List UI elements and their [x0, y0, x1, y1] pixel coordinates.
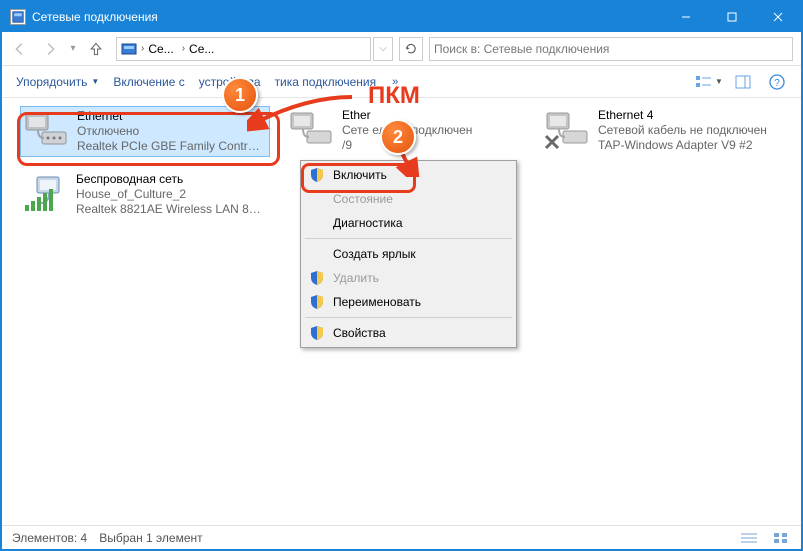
wireless-adapter-icon	[22, 172, 70, 214]
menu-separator	[305, 317, 512, 318]
annotation-callout-1: 1	[222, 77, 258, 113]
nav-bar: ▾ ›Се... ›Се... ⌵ Поиск в: Сетевые подкл…	[2, 32, 801, 66]
disconnected-x-icon	[544, 134, 560, 150]
context-menu: Включить Состояние Диагностика Создать я…	[300, 160, 517, 348]
address-dropdown[interactable]: ⌵	[373, 37, 393, 61]
cm-properties[interactable]: Свойства	[303, 321, 514, 345]
cm-diagnose[interactable]: Диагностика	[303, 211, 514, 235]
forward-button[interactable]	[36, 37, 64, 61]
connection-ethernet-4[interactable]: Ethernet 4 Сетевой кабель не подключен T…	[542, 106, 792, 155]
shield-icon	[309, 270, 325, 286]
connection-ethernet[interactable]: Ethernet Отключено Realtek PCIe GBE Fami…	[20, 106, 270, 157]
network-adapter-icon	[23, 109, 71, 151]
connection-wireless[interactable]: Беспроводная сеть House_of_Culture_2 Rea…	[20, 170, 270, 219]
large-icons-view-button[interactable]	[771, 530, 791, 546]
refresh-button[interactable]	[399, 37, 423, 61]
search-input[interactable]: Поиск в: Сетевые подключения	[429, 37, 793, 61]
window-icon	[10, 9, 26, 25]
connection-name: Беспроводная сеть	[76, 172, 261, 187]
organize-button[interactable]: Упорядочить▼	[12, 66, 103, 97]
cm-delete: Удалить	[303, 266, 514, 290]
close-button[interactable]	[755, 2, 801, 32]
connection-status: House_of_Culture_2	[76, 187, 261, 202]
connection-status: Сетевой кабель не подключен	[598, 123, 767, 138]
cm-rename[interactable]: Переименовать	[303, 290, 514, 314]
annotation-pkm-label: ПКМ	[368, 82, 420, 110]
view-options-button[interactable]: ▼	[695, 70, 723, 94]
recent-locations-button[interactable]: ▾	[66, 43, 80, 54]
window-title: Сетевые подключения	[32, 10, 663, 24]
connection-device: Realtek 8821AE Wireless LAN 802....	[76, 202, 261, 217]
connection-device: Realtek PCIe GBE Family Controll...	[77, 139, 262, 154]
connection-name: Ethernet 4	[598, 108, 767, 123]
status-bar: Элементов: 4 Выбран 1 элемент	[2, 525, 801, 549]
back-button[interactable]	[6, 37, 34, 61]
status-selected: Выбран 1 элемент	[99, 531, 202, 545]
address-bar[interactable]: ›Се... ›Се...	[116, 37, 371, 61]
breadcrumb-seg-1[interactable]: ›Се...	[137, 38, 178, 60]
shield-icon	[309, 325, 325, 341]
shield-icon	[309, 294, 325, 310]
location-icon	[121, 41, 137, 57]
up-button[interactable]	[82, 37, 110, 61]
cm-status: Состояние	[303, 187, 514, 211]
cm-shortcut[interactable]: Создать ярлык	[303, 242, 514, 266]
enable-device-button[interactable]: Включение с	[109, 66, 188, 97]
network-adapter-icon	[544, 108, 592, 150]
breadcrumb-seg-1-text: Се...	[148, 42, 173, 56]
breadcrumb-seg-2[interactable]: ›Се...	[178, 38, 219, 60]
annotation-callout-2: 2	[380, 119, 416, 155]
shield-icon	[309, 167, 325, 183]
titlebar: Сетевые подключения	[2, 2, 801, 32]
connection-status: Отключено	[77, 124, 262, 139]
window-buttons	[663, 2, 801, 32]
window-frame: Сетевые подключения ▾ ›Се... ›Се... ⌵	[0, 0, 803, 551]
status-elements: Элементов: 4	[12, 531, 87, 545]
svg-text:?: ?	[774, 78, 780, 89]
help-button[interactable]: ?	[763, 70, 791, 94]
menu-separator	[305, 238, 512, 239]
connection-device: TAP-Windows Adapter V9 #2	[598, 138, 767, 153]
search-placeholder: Поиск в: Сетевые подключения	[434, 42, 609, 56]
minimize-button[interactable]	[663, 2, 709, 32]
annotation-arrow-1	[247, 92, 357, 132]
details-view-button[interactable]	[739, 530, 759, 546]
breadcrumb-seg-2-text: Се...	[189, 42, 214, 56]
preview-pane-button[interactable]	[729, 70, 757, 94]
maximize-button[interactable]	[709, 2, 755, 32]
